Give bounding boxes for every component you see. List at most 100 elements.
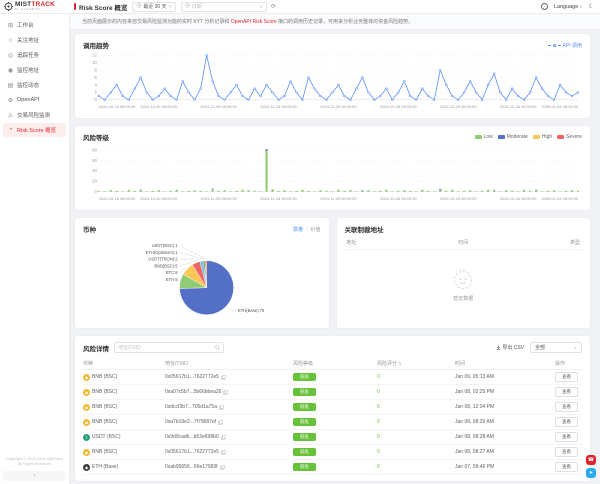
view-button[interactable]: 查看 [555, 417, 578, 427]
sidebar-item-label: 工作台 [17, 21, 34, 29]
pie-label: USDT(BSC):1 [152, 243, 179, 248]
tracking-tasks-icon: ◎ [7, 52, 14, 59]
date-picker[interactable]: ◷ 日期 ∨ [181, 2, 267, 12]
risk-details-title: 风险详情 [83, 343, 109, 353]
coin-icon: T [83, 434, 90, 441]
risk-filter-select[interactable]: 全部 ∨ [530, 342, 582, 353]
risk-score-value: 0 [377, 374, 455, 380]
copy-icon[interactable] [218, 420, 223, 425]
address-cell: 0x05617b1...7622772e5 [165, 449, 293, 455]
coin-cell: ◆BNB (BSC) [83, 389, 165, 396]
telegram-button[interactable]: ➤ [586, 468, 596, 478]
copy-icon[interactable] [220, 465, 225, 470]
address-text[interactable]: 0xa07c5b7...5b66bbea26 [165, 389, 221, 395]
address-text[interactable]: 0xdccf3b7...705d1a75a [165, 404, 217, 410]
toggle-amount[interactable]: 数量 [293, 226, 303, 233]
coin-label: BNB (BSC) [92, 374, 117, 380]
refresh-icon[interactable]: ⟳ [271, 3, 276, 10]
copy-icon[interactable] [221, 450, 226, 455]
copy-icon[interactable] [221, 375, 226, 380]
risk-level-chart[interactable]: 0204060802024-10-16 08:00:002024-10-26 0… [83, 144, 582, 204]
sidebar-item-monitored-addresses[interactable]: ◉监控地址 [3, 63, 66, 77]
svg-text:2024-11-25 08:00:00: 2024-11-25 08:00:00 [320, 104, 357, 109]
svg-text:80: 80 [92, 147, 97, 152]
user-avatar-icon[interactable]: ◦ [541, 3, 548, 10]
address-text[interactable]: 0xab95656...66e17993f [165, 464, 218, 470]
pie-label: ETH(Optimism):1 [146, 250, 179, 255]
sidebar-item-openapi[interactable]: ⚙OpenAPI [3, 93, 66, 107]
export-label: 导出 CSV [502, 344, 524, 351]
sidebar-item-transaction-risk-monitoring[interactable]: ⚠交易风险监测 [3, 108, 66, 122]
view-button[interactable]: 查看 [555, 402, 578, 412]
view-button[interactable]: 查看 [555, 387, 578, 397]
sidebar-item-label: Risk Score 概览 [17, 126, 56, 134]
export-csv-button[interactable]: 导出 CSV [496, 344, 524, 351]
empty-state-icon [450, 266, 476, 292]
sidebar-item-workbench[interactable]: ⊞工作台 [3, 18, 66, 32]
coin-label: BNB (BSC) [92, 449, 117, 455]
toggle-value[interactable]: 价值 [310, 226, 320, 233]
currency-title: 币种 [83, 224, 96, 234]
legend-label: Moderate [507, 134, 528, 140]
title-accent-bar [74, 3, 76, 10]
legend-item-severe[interactable]: Severe [557, 134, 582, 140]
currency-pie-chart[interactable]: ETH:9BTC:8BNB(BSC):5USDT(TRON):2ETH(Opti… [83, 236, 321, 322]
search-input[interactable] [118, 345, 215, 351]
svg-text:12: 12 [92, 53, 97, 58]
legend-item-moderate[interactable]: Moderate [498, 134, 528, 140]
legend-item-low[interactable]: Low [475, 134, 493, 140]
address-cell: 0xa7b19e2...7f79687ef [165, 419, 293, 425]
coin-icon: ◆ [83, 419, 90, 426]
column-action: 操作 [555, 360, 582, 367]
call-trend-chart[interactable]: 0246810122024-10-16 08:00:002024-10-26 0… [83, 52, 582, 112]
address-text[interactable]: 0x05617b1...7622772e5 [165, 374, 219, 380]
legend-item-high[interactable]: High [533, 134, 552, 140]
sidebar-item-followed-addresses[interactable]: ☆关注地址 [3, 33, 66, 47]
risk-level-badge: 低危 [293, 433, 316, 441]
search-icon [215, 345, 220, 350]
pie-label: ETH:9 [166, 277, 178, 282]
main-content: 当前页面展示的内容来自交易风险监测功能的实时 KYT 分析记录和 OpenAPI… [70, 14, 600, 484]
column-risk-score[interactable]: 风险评分⇅ [377, 360, 455, 367]
risk-details-table-body: ◆BNB (BSC)0x05617b1...7622772e5低危0Jan 09… [83, 370, 582, 475]
brand-logo[interactable]: MISTTRACK BY SLOWMIST [0, 2, 70, 11]
notice-text: 接口的调用历史记录，可用来分析业务整体的资金风险趋势。 [277, 19, 413, 25]
sidebar-collapse-button[interactable]: ‹ [3, 471, 66, 481]
language-select[interactable]: Language∨ [554, 4, 583, 10]
notice-link[interactable]: OpenAPI Risk Score [231, 19, 277, 25]
sidebar-item-monitoring-updates[interactable]: ▤监控动态 [3, 78, 66, 92]
address-text[interactable]: 0x05617b1...7622772e5 [165, 449, 219, 455]
copy-icon[interactable] [223, 390, 228, 395]
view-button[interactable]: 查看 [555, 432, 578, 442]
dark-mode-toggle-icon[interactable]: ☾ [589, 3, 594, 10]
copy-icon[interactable] [221, 435, 226, 440]
risk-level-badge: 低危 [293, 403, 316, 411]
pie-label: ETH(Base):76 [238, 308, 265, 313]
date-placeholder: 日期 [192, 3, 202, 10]
risk-level-cell: 低危 [293, 373, 377, 381]
api-calls-legend[interactable]: API 调用 [548, 42, 582, 49]
pie-label: BTC:8 [166, 270, 178, 275]
coin-cell: ◆BNB (BSC) [83, 404, 165, 411]
view-button[interactable]: 查看 [555, 372, 578, 382]
view-button[interactable]: 查看 [555, 447, 578, 457]
sort-icon[interactable]: ⇅ [398, 361, 402, 366]
time-range-select[interactable]: ◷ 最近 30 天 ∨ [132, 2, 175, 12]
action-cell: 查看 [555, 372, 582, 382]
table-row: ◆BNB (BSC)0x05617b1...7622772e5低危0Jan 08… [83, 445, 582, 460]
address-text[interactable]: 0xa7b19e2...7f79687ef [165, 419, 216, 425]
coin-label: BNB (BSC) [92, 389, 117, 395]
legend-circle-mark [553, 44, 556, 47]
copy-icon[interactable] [219, 405, 224, 410]
risk-level-badge: 低危 [293, 418, 316, 426]
svg-text:8: 8 [95, 68, 98, 73]
address-text[interactable]: 0x9d9cadb...b52e698b0 [165, 434, 219, 440]
coin-icon: ◆ [83, 374, 90, 381]
view-button[interactable]: 查看 [555, 462, 578, 472]
sidebar-item-tracking-tasks[interactable]: ◎追踪任务 [3, 48, 66, 62]
time-range-value: 最近 30 天 [143, 3, 166, 10]
support-button[interactable]: ☎ [586, 455, 596, 465]
risk-score-value: 0 [377, 434, 455, 440]
sidebar-item-risk-score-overview[interactable]: ◔Risk Score 概览 [3, 123, 66, 137]
coin-cell: ◆BNB (BSC) [83, 374, 165, 381]
